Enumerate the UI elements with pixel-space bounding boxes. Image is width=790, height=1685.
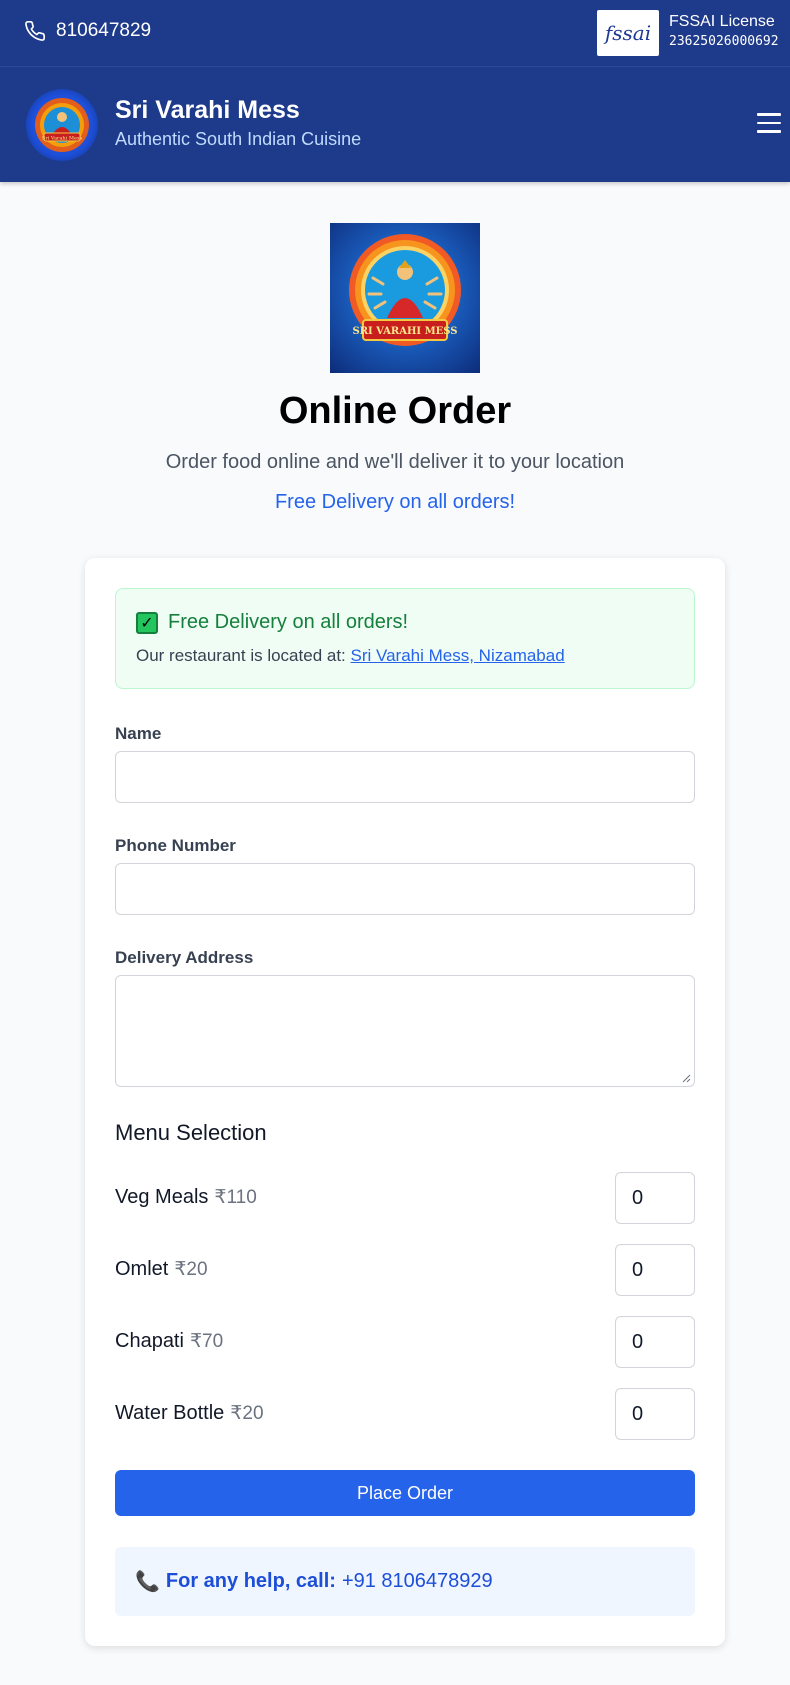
name-input[interactable]	[115, 751, 695, 803]
menu-item-label: Veg Meals ₹110	[115, 1186, 257, 1209]
menu-item-price: ₹20	[174, 1259, 208, 1280]
menu-item: Veg Meals ₹110 0	[115, 1172, 695, 1224]
menu-item: Omlet ₹20 0	[115, 1244, 695, 1296]
fssai-logo: fssai	[597, 10, 659, 56]
site-logo[interactable]: Sri Varahi Mess	[26, 89, 98, 161]
svg-text:Sri Varahi Mess: Sri Varahi Mess	[42, 136, 83, 142]
location-link[interactable]: Sri Varahi Mess, Nizamabad	[351, 646, 565, 665]
page-title: Online Order	[278, 390, 512, 432]
phone-icon	[25, 21, 45, 41]
fssai-logo-text: fssai	[604, 21, 652, 45]
goddess-emblem-icon: SRI VARAHI MESS	[349, 234, 461, 346]
phone-input[interactable]	[115, 863, 695, 915]
menu-item-name: Omlet	[115, 1258, 169, 1280]
goddess-emblem-icon: Sri Varahi Mess	[35, 98, 89, 152]
menu-item-label: Chapati ₹70	[115, 1330, 223, 1353]
menu-item-label: Omlet ₹20	[115, 1258, 208, 1281]
fssai-label: FSSAI License	[669, 13, 775, 30]
delivery-notice-heading: ✓ Free Delivery on all orders!	[136, 611, 408, 634]
location-prefix: Our restaurant is located at:	[136, 646, 346, 665]
menu-item-label: Water Bottle ₹20	[115, 1402, 264, 1425]
brand: Sri Varahi Mess Authentic South Indian C…	[115, 95, 361, 151]
delivery-notice	[115, 588, 695, 689]
help-phone-number[interactable]: +91 8106478929	[342, 1570, 493, 1593]
top-bar: 810647829 fssai FSSAI License 2362502600…	[0, 0, 790, 67]
help-box: 📞 For any help, call: +91 8106478929	[115, 1547, 695, 1616]
hamburger-menu-icon[interactable]	[757, 113, 781, 135]
svg-text:SRI VARAHI MESS: SRI VARAHI MESS	[352, 326, 457, 337]
quantity-input[interactable]: 0	[615, 1316, 695, 1368]
menu-item-name: Water Bottle	[115, 1402, 225, 1424]
help-label: For any help, call:	[165, 1570, 336, 1592]
quantity-input[interactable]: 0	[615, 1244, 695, 1296]
menu-item: Water Bottle ₹20 0	[115, 1388, 695, 1440]
free-delivery-text: Free Delivery on all orders!	[274, 491, 516, 513]
resize-handle-icon[interactable]	[681, 1073, 691, 1083]
fssai-number: 23625026000692	[669, 34, 779, 49]
site-header: Sri Varahi Mess Sri Varahi Mess Authenti…	[0, 67, 790, 182]
quantity-input[interactable]: 0	[615, 1388, 695, 1440]
menu-selection-title: Menu Selection	[115, 1120, 267, 1145]
restaurant-location: Our restaurant is located at: Sri Varahi…	[136, 646, 565, 666]
name-label: Name	[115, 724, 162, 743]
quantity-input[interactable]: 0	[615, 1172, 695, 1224]
site-title: Sri Varahi Mess	[115, 96, 300, 124]
menu-item-price: ₹20	[230, 1403, 264, 1424]
checkmark-icon: ✓	[136, 611, 158, 634]
phone-label: Phone Number	[115, 836, 236, 855]
phone-contact[interactable]: 810647829	[24, 20, 151, 42]
place-order-button[interactable]: Place Order	[115, 1470, 695, 1516]
site-subtitle: Authentic South Indian Cuisine	[115, 129, 362, 149]
fssai-info: FSSAI License 23625026000692	[669, 12, 779, 52]
menu-item-name: Chapati	[115, 1330, 184, 1352]
phone-number: 810647829	[56, 20, 152, 41]
menu-item-price: ₹110	[214, 1187, 257, 1208]
menu-item: Chapati ₹70 0	[115, 1316, 695, 1368]
address-label: Delivery Address	[115, 948, 254, 967]
delivery-notice-text: Free Delivery on all orders!	[168, 611, 409, 633]
address-textarea[interactable]	[115, 975, 695, 1087]
menu-item-price: ₹70	[189, 1331, 224, 1352]
page-subtitle: Order food online and we'll deliver it t…	[165, 451, 625, 473]
telephone-icon: 📞	[135, 1571, 160, 1593]
menu-item-name: Veg Meals	[115, 1186, 209, 1208]
hero-logo-image: SRI VARAHI MESS	[330, 223, 480, 373]
